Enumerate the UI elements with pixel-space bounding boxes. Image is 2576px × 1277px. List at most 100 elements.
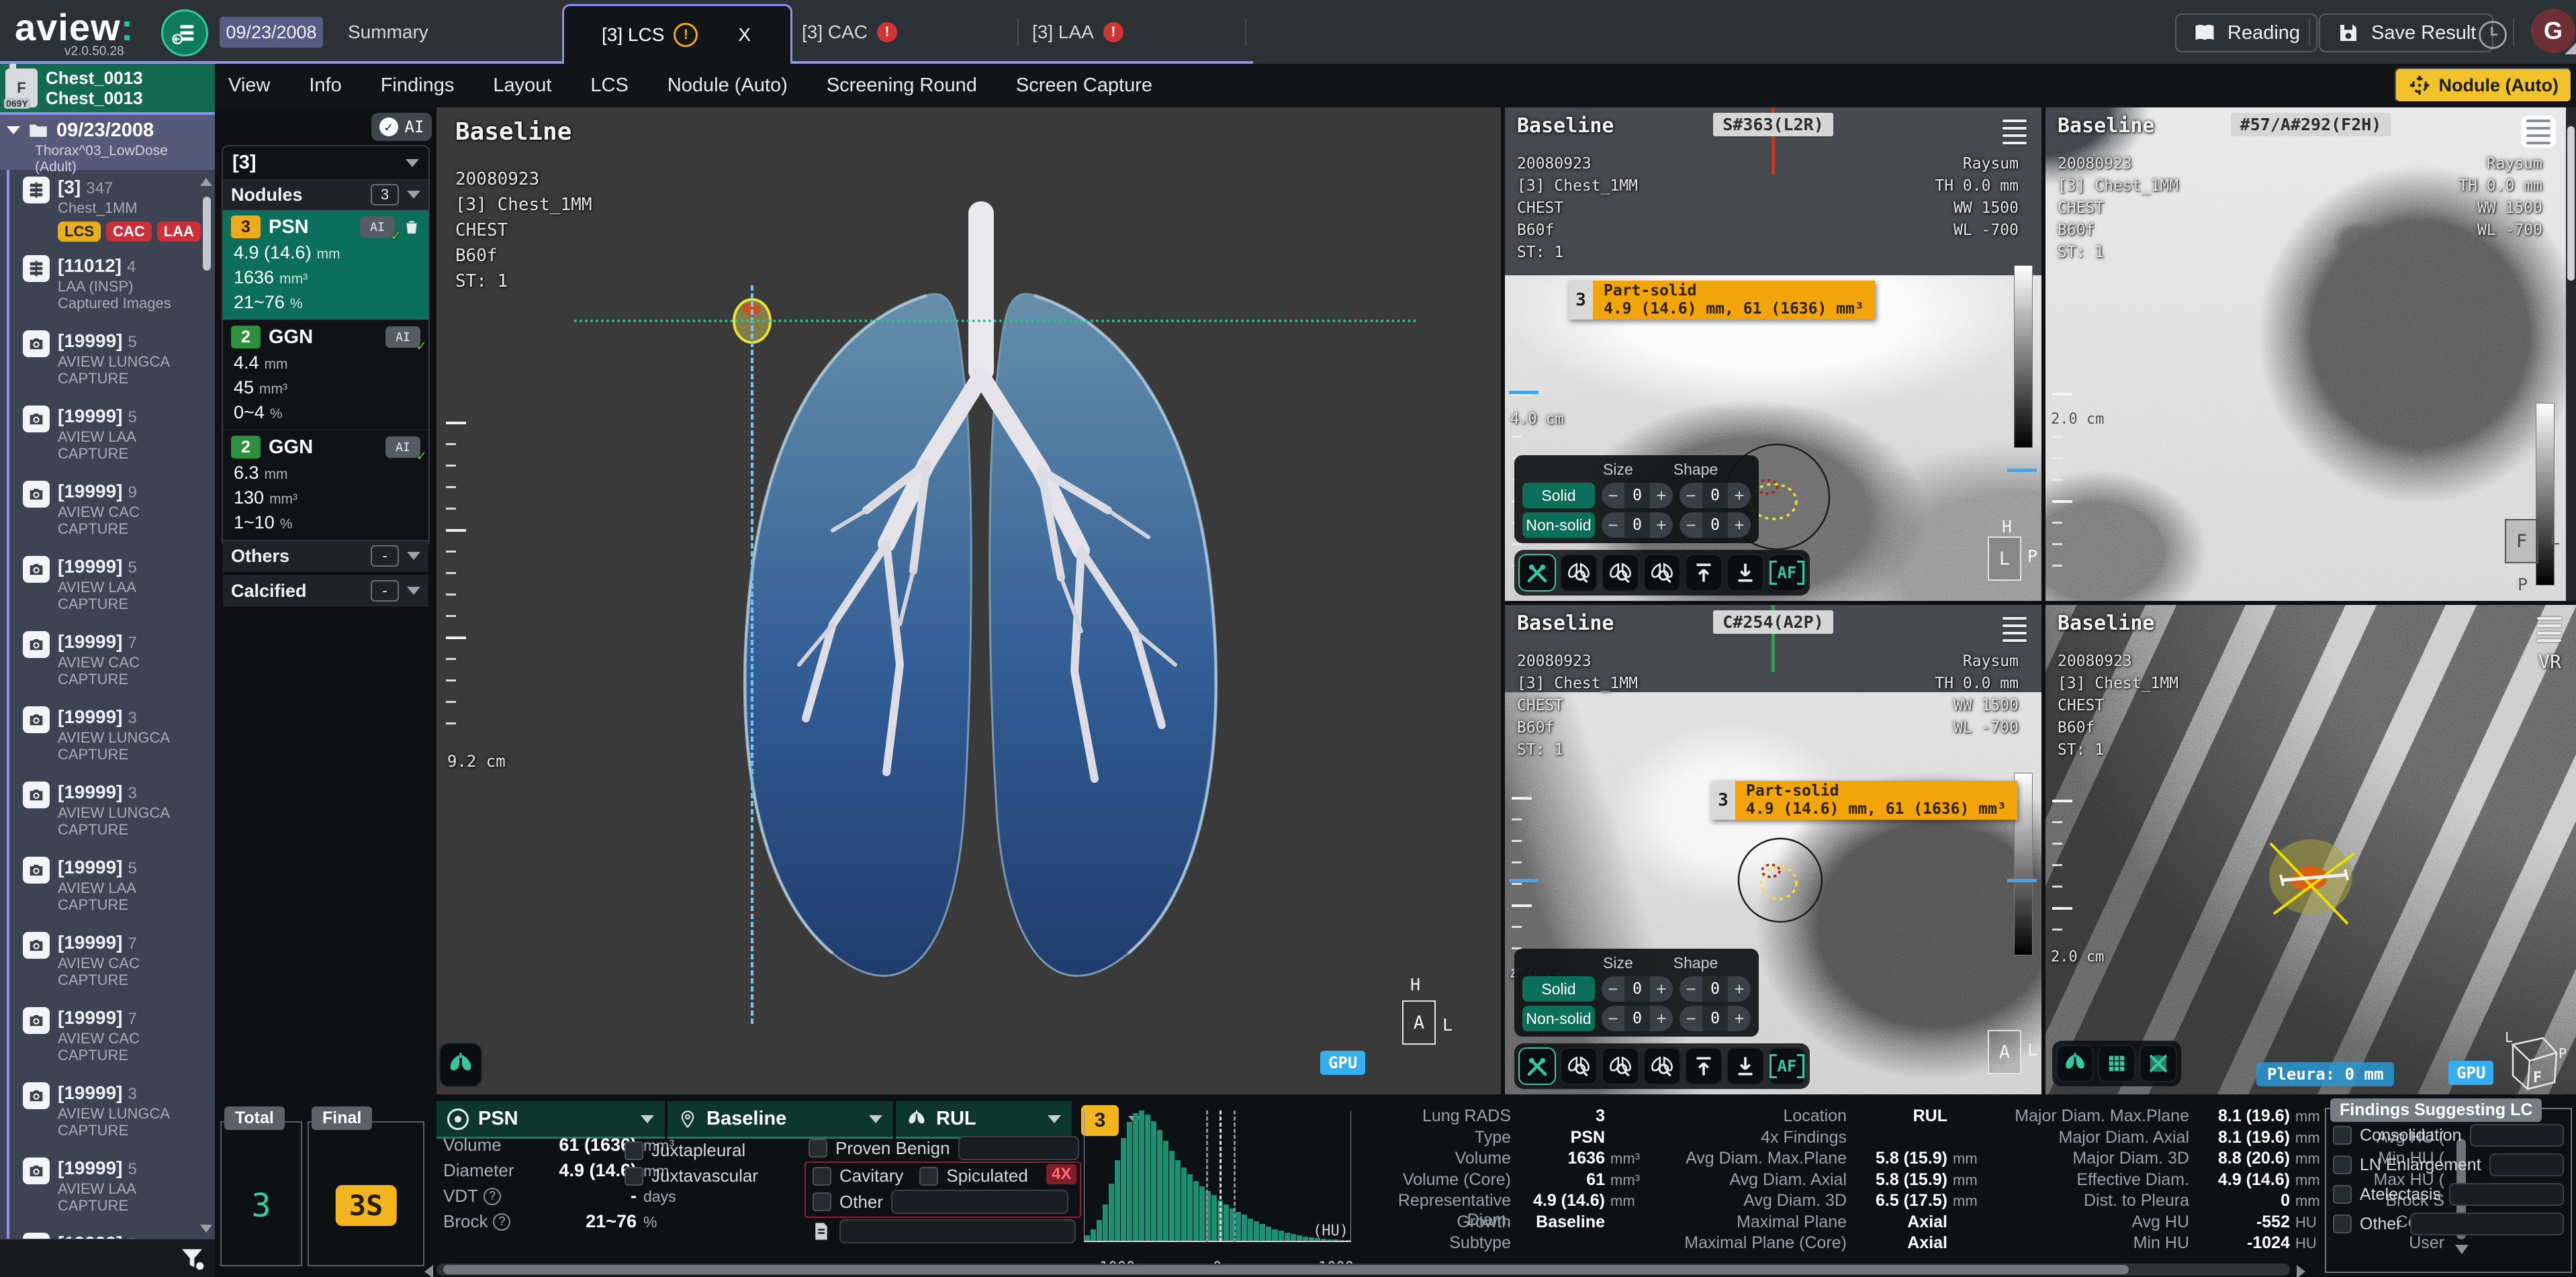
other-input[interactable]	[891, 1190, 1068, 1214]
section-others[interactable]: Others -	[223, 540, 428, 571]
user-avatar[interactable]: G	[2531, 9, 2575, 53]
auto-fit-button[interactable]: AF	[1768, 1047, 1806, 1085]
menu-item[interactable]: LCS	[590, 75, 628, 97]
help-icon[interactable]: ?	[484, 1188, 501, 1205]
nodule-list-item[interactable]: 2 GGN AI 4.4mm 45mm³ 0~4%	[223, 320, 428, 430]
tab-cac[interactable]: [3] CAC !	[802, 0, 897, 64]
juxtapleural-checkbox[interactable]	[625, 1141, 643, 1160]
lung-search-button[interactable]	[1560, 554, 1598, 592]
lung-search-both-button[interactable]	[1602, 1047, 1639, 1085]
grow-up-button[interactable]	[1685, 1047, 1722, 1085]
solid-shape-stepper[interactable]: −0+	[1680, 483, 1751, 508]
nodule-callout[interactable]: 3 Part-solid4.9 (14.6) mm, 61 (1636) mm³	[1569, 281, 1875, 320]
study-date-node[interactable]: 09/23/2008 Thorax^03_LowDose (Adult)	[0, 112, 215, 170]
nodule-type-select[interactable]: PSN	[436, 1101, 665, 1139]
worklist-icon[interactable]	[161, 9, 208, 56]
series-list-item[interactable]: [19999]7 AVIEW CAC CAPTURE	[23, 925, 215, 1000]
nodule-list-item[interactable]: 2 GGN AI 6.3mm 130mm³ 1~10%	[223, 430, 428, 540]
viewport-sagittal[interactable]: #57/A#292(F2H) Baseline 20080923 [3] Che…	[2045, 107, 2576, 601]
series-list-item[interactable]: [19999]5 AVIEW LAA CAPTURE	[23, 1151, 215, 1226]
lung-view-toggle-button[interactable]	[439, 1043, 482, 1087]
filter-settings-icon[interactable]	[179, 1245, 205, 1272]
menu-item[interactable]: Findings	[381, 75, 455, 97]
collapse-chevron-icon[interactable]	[7, 126, 20, 134]
lung-half-button[interactable]	[1643, 554, 1681, 592]
horizontal-scrollbar[interactable]	[436, 1264, 2290, 1276]
series-list-item[interactable]: [19999]5 AVIEW LAA CAPTURE	[23, 1226, 215, 1239]
lungs-button[interactable]	[2056, 1045, 2094, 1082]
menu-item[interactable]: Nodule (Auto)	[668, 75, 788, 97]
proven-benign-checkbox[interactable]	[809, 1139, 827, 1157]
save-result-button[interactable]: Save Result	[2319, 13, 2493, 52]
menu-item[interactable]: Layout	[493, 75, 551, 97]
finding-input[interactable]	[2449, 1183, 2564, 1206]
other-checkbox[interactable]	[813, 1192, 831, 1211]
viewport-3d-overview[interactable]: Baseline 20080923 [3] Chest_1MM CHEST B6…	[436, 107, 1501, 1094]
lung-search-both-button[interactable]	[1602, 554, 1639, 592]
patient-header[interactable]: F 069Y Chest_0013 Chest_0013	[0, 64, 215, 112]
proven-benign-input[interactable]	[958, 1136, 1079, 1160]
finding-input[interactable]	[2489, 1153, 2564, 1176]
solid-button[interactable]: Solid	[1522, 976, 1595, 1002]
solid-size-stepper[interactable]: −0+	[1602, 976, 1673, 1002]
edit-tools-button[interactable]	[1518, 1047, 1556, 1085]
finding-input[interactable]	[2470, 1124, 2565, 1147]
series-list-item[interactable]: [11012]4 LAA (INSP) Captured Images	[23, 248, 215, 324]
lobe-location-select[interactable]: RUL	[896, 1101, 1072, 1139]
menu-item[interactable]: View	[228, 75, 270, 97]
nonsolid-button[interactable]: Non-solid	[1522, 512, 1595, 538]
spiculated-checkbox[interactable]	[919, 1167, 938, 1186]
grayscale-colorbar[interactable]	[2536, 403, 2555, 585]
nodule-list-item[interactable]: 3 PSN AI 4.9 (14.6)mm 1636mm³ 21~76%	[223, 210, 428, 320]
tab-summary[interactable]: Summary	[348, 0, 428, 64]
solid-button[interactable]: Solid	[1522, 483, 1595, 508]
slice-scrollbar[interactable]	[2566, 107, 2576, 601]
series-list-item[interactable]: [19999]7 AVIEW CAC CAPTURE	[23, 624, 215, 700]
study-date-chip[interactable]: 09/23/2008	[220, 17, 323, 48]
histogram-threshold-line[interactable]	[1220, 1110, 1222, 1242]
viewport-menu-icon[interactable]	[2521, 115, 2556, 148]
viewport-menu-icon[interactable]	[1997, 613, 2032, 645]
nodule-callout[interactable]: 3 Part-solid4.9 (14.6) mm, 61 (1636) mm³	[1711, 781, 2017, 820]
nodule-auto-button[interactable]: Nodule (Auto)	[2395, 68, 2572, 103]
close-tab-icon[interactable]: X	[738, 24, 751, 46]
nonsolid-shape-stepper[interactable]: −0+	[1680, 1006, 1751, 1031]
grow-down-button[interactable]	[1727, 1047, 1764, 1085]
nonsolid-size-stepper[interactable]: −0+	[1602, 512, 1673, 538]
auto-fit-button[interactable]: AF	[1768, 554, 1806, 592]
menu-item[interactable]: Screening Round	[827, 75, 977, 97]
tab-lcs[interactable]: [3] LCS ! X	[562, 4, 792, 64]
note-input[interactable]	[839, 1219, 1076, 1243]
series-list-item[interactable]: [19999]3 AVIEW LUNGCA CAPTURE	[23, 775, 215, 850]
series-list-item[interactable]: [19999]3 AVIEW LUNGCA CAPTURE	[23, 700, 215, 775]
grid-button[interactable]	[2098, 1045, 2135, 1082]
edit-tools-button[interactable]	[1518, 554, 1556, 592]
reading-button[interactable]: Reading	[2175, 13, 2317, 52]
nonsolid-button[interactable]: Non-solid	[1522, 1006, 1595, 1031]
histogram-threshold-line[interactable]	[1234, 1110, 1236, 1242]
menu-item[interactable]: Info	[309, 75, 341, 97]
tab-laa[interactable]: [3] LAA !	[1032, 0, 1123, 64]
lung-search-button[interactable]	[1560, 1047, 1598, 1085]
timepoint-select[interactable]: Baseline	[668, 1101, 893, 1139]
finding-checkbox[interactable]	[2333, 1215, 2352, 1233]
cavitary-checkbox[interactable]	[813, 1167, 831, 1186]
scroll-down-icon[interactable]	[200, 1225, 212, 1233]
finding-checkbox[interactable]	[2333, 1155, 2352, 1174]
sidebar-scrollbar[interactable]	[203, 197, 211, 271]
series-list-item[interactable]: [19999]5 AVIEW LUNGCA CAPTURE	[23, 324, 215, 399]
solid-size-stepper[interactable]: −0+	[1602, 483, 1673, 508]
solid-shape-stepper[interactable]: −0+	[1680, 976, 1751, 1002]
viewport-menu-icon[interactable]	[2532, 613, 2567, 645]
series-list-item[interactable]: [19999]5 AVIEW LAA CAPTURE	[23, 399, 215, 474]
series-list-item[interactable]: [19999]7 AVIEW CAC CAPTURE	[23, 1000, 215, 1076]
series-list-item[interactable]: [19999]9 AVIEW CAC CAPTURE	[23, 474, 215, 549]
viewport-axial[interactable]: C#254(A2P) Baseline 20080923 [3] Chest_1…	[1505, 605, 2041, 1094]
viewport-coronal[interactable]: S#363(L2R) Baseline 20080923 [3] Chest_1…	[1505, 107, 2041, 601]
viewport-menu-icon[interactable]	[1997, 115, 2032, 148]
histogram-threshold-line[interactable]	[1206, 1110, 1208, 1242]
history-clock-icon[interactable]	[2479, 21, 2507, 49]
grow-up-button[interactable]	[1685, 554, 1722, 592]
section-nodules[interactable]: Nodules 3	[223, 179, 428, 210]
finding-checkbox[interactable]	[2333, 1185, 2352, 1204]
